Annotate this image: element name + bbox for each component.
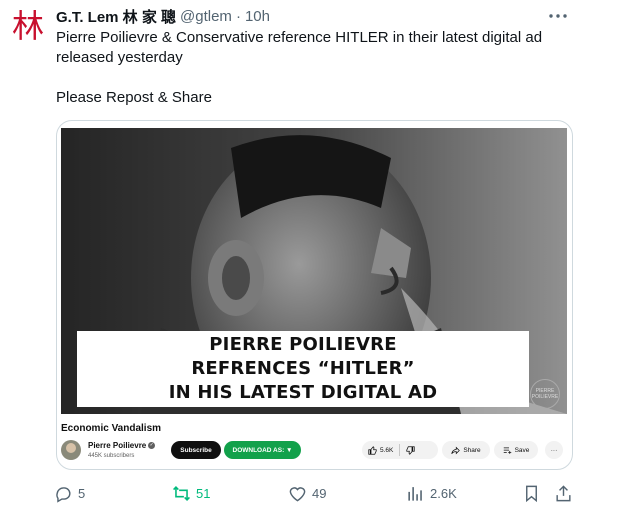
caption-line: PIERRE POILIEVRE: [209, 334, 397, 355]
caption-line: REFRENCES “HITLER”: [191, 358, 415, 379]
save-playlist-icon: [503, 447, 511, 454]
timestamp[interactable]: 10h: [245, 8, 270, 25]
repost-button[interactable]: 51: [172, 484, 210, 503]
display-name[interactable]: G.T. Lem 林 家 聰: [56, 6, 176, 27]
reply-count: 5: [78, 486, 86, 501]
subscriber-count: 445K subscribers: [88, 453, 135, 459]
bookmark-button[interactable]: [522, 484, 546, 503]
bookmark-icon: [526, 485, 537, 503]
save-button[interactable]: Save: [494, 441, 538, 459]
thumbs-down-icon[interactable]: [406, 445, 415, 455]
divider: [399, 444, 401, 456]
view-count: 2.6K: [430, 486, 457, 501]
youtube-share-button[interactable]: Share: [442, 441, 490, 459]
reply-icon: [56, 487, 71, 503]
verified-icon: ✓: [148, 442, 156, 450]
like-dislike-group[interactable]: 5.6K: [362, 441, 438, 459]
more-icon[interactable]: [546, 4, 570, 28]
handle[interactable]: @gtlem: [180, 8, 232, 25]
share-icon: [556, 485, 571, 502]
subscribe-button[interactable]: Subscribe: [171, 441, 221, 459]
views-icon: [408, 487, 422, 501]
channel-watermark: PIERRE POILIEVRE: [530, 379, 560, 409]
views-button[interactable]: 2.6K: [406, 484, 457, 503]
repost-count: 51: [196, 486, 211, 501]
tweet-actions: 5 51 49 2.6K: [52, 484, 582, 504]
caption-box: PIERRE POILIEVRE REFRENCES “HITLER” IN H…: [77, 331, 529, 407]
caption-line: IN HIS LATEST DIGITAL AD: [168, 382, 438, 403]
download-button[interactable]: DOWNLOAD AS: ▼: [224, 441, 301, 459]
tweet-text-line: Pierre Poilievre & Conservative referenc…: [56, 29, 543, 66]
share-button[interactable]: [554, 484, 578, 503]
tweet-header: G.T. Lem 林 家 聰 @gtlem · 10h: [56, 6, 270, 27]
tweet-text-line: Please Repost & Share: [56, 89, 212, 106]
avatar[interactable]: 林: [8, 4, 48, 45]
like-button[interactable]: 49: [288, 484, 326, 503]
like-count: 5.6K: [380, 446, 394, 454]
reply-button[interactable]: 5: [54, 484, 85, 503]
repost-icon: [173, 486, 190, 501]
video-more-button[interactable]: ···: [545, 441, 563, 459]
thumbs-up-icon[interactable]: [368, 445, 377, 455]
video-card[interactable]: PIERRE POILIEVRE REFRENCES “HITLER” IN H…: [56, 120, 573, 470]
video-title[interactable]: Economic Vandalism: [61, 423, 161, 434]
separator: ·: [235, 8, 241, 25]
youtube-share-icon: [451, 446, 461, 454]
channel-name[interactable]: Pierre Poilievre ✓: [88, 441, 156, 450]
tweet-text: Pierre Poilievre & Conservative referenc…: [56, 28, 596, 108]
like-icon: [289, 487, 306, 502]
like-count: 49: [312, 486, 327, 501]
channel-avatar[interactable]: [61, 440, 81, 460]
video-player[interactable]: PIERRE POILIEVRE REFRENCES “HITLER” IN H…: [61, 128, 567, 414]
